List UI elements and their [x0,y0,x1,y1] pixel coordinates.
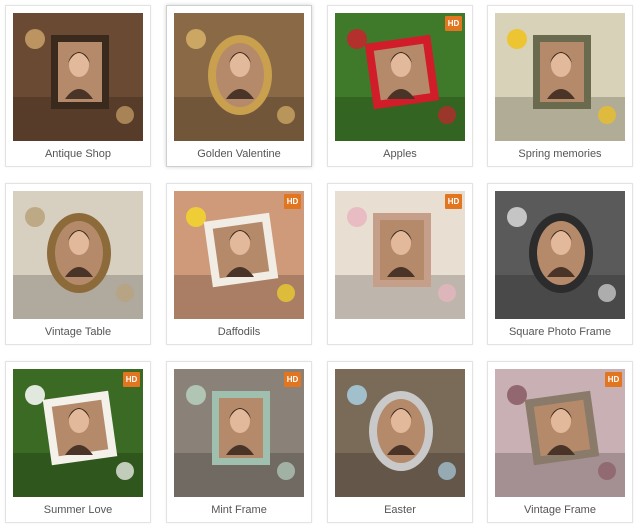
thumbnail-image [13,191,143,319]
hd-badge: HD [284,194,301,209]
frame-card-spring-memories[interactable]: Spring memories [487,5,633,167]
thumbnail-image [495,13,625,141]
frame-card-vintage-table[interactable]: Vintage Table [5,183,151,345]
frame-thumbnail[interactable]: HD [335,13,465,141]
frame-title[interactable]: Antique Shop [6,148,150,160]
frame-title[interactable]: Mint Frame [167,504,311,516]
frame-card-golden-valentine[interactable]: Golden Valentine [166,5,312,167]
hd-badge: HD [284,372,301,387]
frame-card-vintage-oval[interactable]: HD [327,183,473,345]
frame-card-easter[interactable]: Easter [327,361,473,523]
hd-badge: HD [123,372,140,387]
frame-thumbnail[interactable] [495,13,625,141]
frame-title[interactable]: Square Photo Frame [488,326,632,338]
frame-title[interactable]: Apples [328,148,472,160]
thumbnail-image [495,191,625,319]
thumbnail-image [335,369,465,497]
frame-thumbnail[interactable] [13,191,143,319]
frame-title[interactable]: Easter [328,504,472,516]
frame-card-antique-shop[interactable]: Antique Shop [5,5,151,167]
thumbnail-image [13,369,143,497]
frame-thumbnail[interactable] [495,191,625,319]
frame-card-apples[interactable]: HD Apples [327,5,473,167]
frame-title[interactable]: Vintage Frame [488,504,632,516]
frame-title[interactable]: Golden Valentine [167,148,311,160]
thumbnail-image [13,13,143,141]
frame-thumbnail[interactable] [13,13,143,141]
frame-title[interactable]: Daffodils [167,326,311,338]
thumbnail-image [174,369,304,497]
hd-badge: HD [605,372,622,387]
thumbnail-image [335,191,465,319]
frame-thumbnail[interactable]: HD [13,369,143,497]
thumbnail-image [174,191,304,319]
frame-thumbnail[interactable] [335,369,465,497]
frame-thumbnail[interactable]: HD [495,369,625,497]
frame-card-vintage-frame[interactable]: HD Vintage Frame [487,361,633,523]
hd-badge: HD [445,16,462,31]
frame-card-square-photo-frame[interactable]: Square Photo Frame [487,183,633,345]
frame-thumbnail[interactable] [174,13,304,141]
frame-thumbnail[interactable]: HD [174,369,304,497]
frame-title[interactable]: Spring memories [488,148,632,160]
frame-gallery: Antique Shop Golden Valentine HD Apples Spri… [0,0,640,528]
frame-thumbnail[interactable]: HD [174,191,304,319]
thumbnail-image [174,13,304,141]
hd-badge: HD [445,194,462,209]
frame-card-summer-love[interactable]: HD Summer Love [5,361,151,523]
thumbnail-image [495,369,625,497]
thumbnail-image [335,13,465,141]
frame-title[interactable]: Summer Love [6,504,150,516]
frame-card-daffodils[interactable]: HD Daffodils [166,183,312,345]
frame-thumbnail[interactable]: HD [335,191,465,319]
frame-card-mint-frame[interactable]: HD Mint Frame [166,361,312,523]
frame-title[interactable]: Vintage Table [6,326,150,338]
